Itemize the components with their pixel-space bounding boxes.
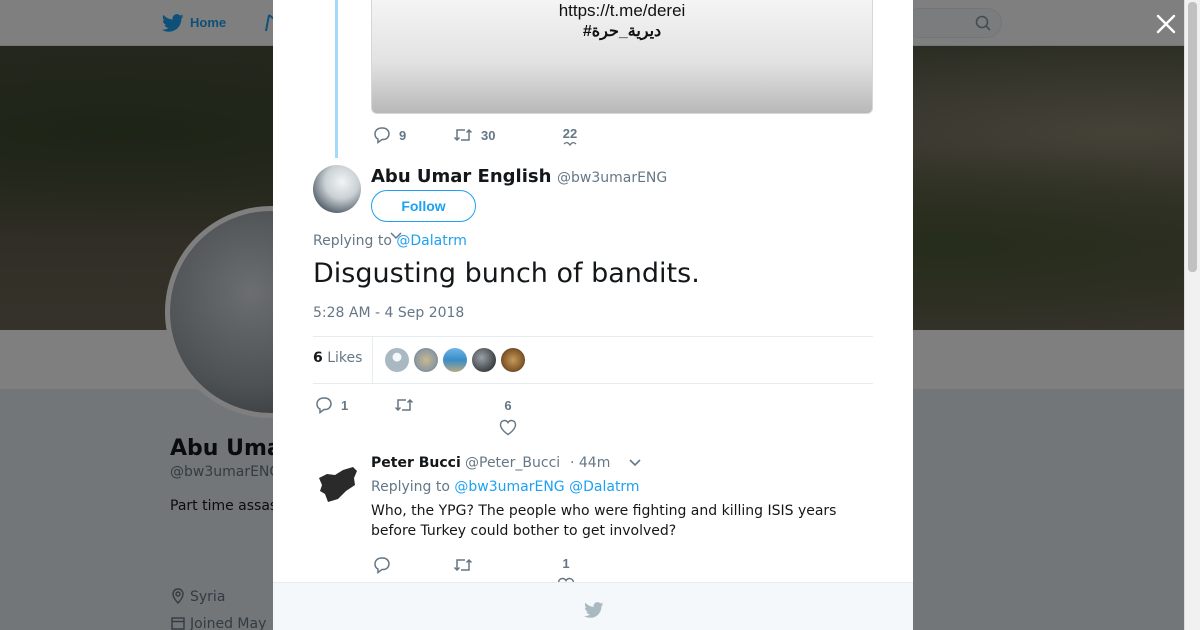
liker-avatar[interactable] — [501, 348, 525, 372]
reply-icon — [374, 127, 390, 144]
twitter-bird-icon — [584, 602, 604, 618]
previous-reply-action[interactable]: 9 — [373, 126, 406, 144]
tweet-retweet-action[interactable] — [394, 396, 422, 414]
previous-like-count: 22 — [562, 126, 578, 141]
reply-author-handle[interactable]: @Peter_Bucci — [465, 455, 560, 471]
previous-retweet-action[interactable]: 30 — [453, 126, 495, 144]
likes-stat[interactable]: 6 Likes — [313, 350, 362, 366]
modal-footer — [273, 582, 913, 630]
liker-avatar[interactable] — [472, 348, 496, 372]
reply-author-avatar[interactable] — [313, 458, 361, 506]
reply-replying-to: Replying to @bw3umarENG @Dalatrm — [371, 479, 640, 495]
reply-tweet[interactable]: Peter Bucci @Peter_Bucci · 44m Replying … — [273, 446, 913, 594]
reply-text: Who, the YPG? The people who were fighti… — [371, 503, 837, 539]
replying-to-mention[interactable]: @Dalatrm — [396, 233, 466, 249]
close-icon[interactable] — [1154, 12, 1178, 36]
tweet-timestamp[interactable]: 5:28 AM - 4 Sep 2018 — [313, 305, 464, 321]
heart-icon — [563, 141, 577, 147]
heart-icon — [499, 419, 517, 436]
likes-stat-label: Likes — [327, 350, 363, 366]
reply-author-name[interactable]: Peter Bucci — [371, 455, 461, 471]
syria-map-silhouette — [319, 467, 357, 502]
page-scrollbar[interactable] — [1184, 0, 1200, 630]
media-caption-url: https://t.me/derei — [558, 1, 686, 20]
chevron-down-icon[interactable] — [627, 458, 643, 468]
liker-avatar[interactable] — [443, 348, 467, 372]
tweet-permalink-modal: https://t.me/derei #ديرية_حرة 9 30 22 Ab… — [273, 0, 913, 630]
conversation-thread-line — [335, 0, 338, 158]
replying-to-prefix: Replying to — [313, 233, 392, 249]
tweet-author-avatar[interactable] — [313, 165, 361, 213]
tweet-like-count: 6 — [504, 398, 512, 413]
previous-like-action[interactable]: 22 — [561, 126, 579, 147]
tweet-author-name[interactable]: Abu Umar English — [371, 166, 551, 187]
likes-stat-count: 6 — [313, 350, 323, 366]
media-caption-hashtag: #ديرية_حرة — [582, 23, 662, 40]
liker-avatar[interactable] — [385, 348, 409, 372]
reply-replying-prefix: Replying to — [371, 479, 450, 495]
scrollbar-thumb[interactable] — [1188, 2, 1197, 272]
reply-icon — [374, 557, 390, 574]
reply-like-count: 1 — [562, 556, 570, 571]
reply-retweet-action[interactable] — [453, 556, 481, 574]
reply-mention[interactable]: @bw3umarENG — [454, 479, 564, 495]
follow-button[interactable]: Follow — [371, 190, 476, 222]
reply-mention[interactable]: @Dalatrm — [569, 479, 639, 495]
tweet-author-handle[interactable]: @bw3umarENG — [557, 170, 667, 186]
tweet-media-image[interactable]: https://t.me/derei #ديرية_حرة — [371, 0, 873, 114]
previous-reply-count: 9 — [399, 127, 407, 143]
tweet-like-action[interactable]: 6 — [499, 398, 517, 436]
replying-to-line: Replying to @Dalatrm — [313, 233, 467, 249]
tweet-stats: 6 Likes — [313, 336, 873, 384]
liker-avatar[interactable] — [414, 348, 438, 372]
tweet-reply-action[interactable]: 1 — [315, 396, 348, 414]
retweet-icon — [453, 558, 473, 572]
retweet-icon — [394, 398, 414, 412]
retweet-icon — [453, 128, 473, 142]
stats-divider — [372, 337, 373, 383]
previous-retweet-count: 30 — [481, 127, 496, 143]
reply-reply-action[interactable] — [373, 556, 399, 574]
reply-timestamp[interactable]: · 44m — [570, 455, 610, 471]
tweet-text: Disgusting bunch of bandits. — [313, 258, 700, 289]
tweet-reply-count: 1 — [341, 397, 349, 413]
reply-icon — [316, 397, 332, 414]
